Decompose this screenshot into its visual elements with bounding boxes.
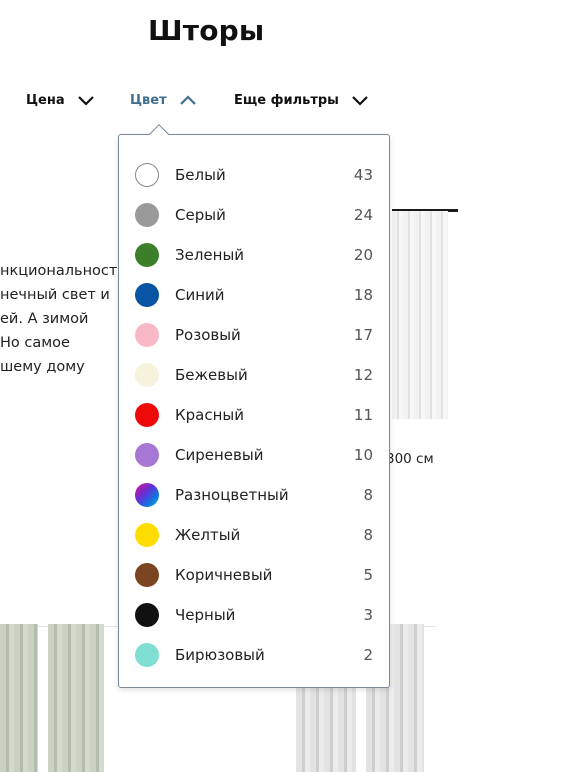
chevron-down-icon (77, 96, 94, 106)
filter-more-label: Еще фильтры (234, 92, 339, 108)
color-option[interactable]: Белый 43 (119, 157, 389, 197)
color-filter-dropdown: Белый 43 Серый 24 Зеленый 20 Синий 18 Розовый 17 Б… (118, 134, 390, 688)
color-option-label: Серый (175, 206, 226, 224)
color-option[interactable]: Сиреневый 10 (119, 437, 389, 477)
product-size: 300 см (386, 451, 434, 467)
color-option[interactable]: Бежевый 12 (119, 357, 389, 397)
color-option-label: Черный (175, 606, 236, 624)
color-swatch-icon (135, 163, 159, 187)
color-option-label: Белый (175, 166, 226, 184)
color-option-count: 12 (353, 366, 373, 384)
description-line: нкциональност (0, 263, 118, 279)
filter-price[interactable]: Цена (26, 90, 95, 110)
color-option-label: Сиреневый (175, 446, 264, 464)
color-option-count: 43 (353, 166, 373, 184)
color-option-label: Розовый (175, 326, 241, 344)
color-swatch-icon (135, 403, 159, 427)
color-option-label: Бежевый (175, 366, 248, 384)
color-option-count: 11 (353, 406, 373, 424)
color-swatch-icon (135, 203, 159, 227)
color-options-list: Белый 43 Серый 24 Зеленый 20 Синий 18 Розовый 17 Б… (119, 157, 389, 677)
color-option-label: Красный (175, 406, 245, 424)
color-option-count: 10 (353, 446, 373, 464)
color-option[interactable]: Коричневый 5 (119, 557, 389, 597)
color-option-count: 3 (363, 606, 373, 624)
color-option-count: 2 (363, 646, 373, 664)
color-option-label: Зеленый (175, 246, 245, 264)
color-option-count: 20 (353, 246, 373, 264)
color-option-count: 17 (353, 326, 373, 344)
color-option-count: 5 (363, 566, 373, 584)
color-swatch-icon (135, 523, 159, 547)
color-swatch-icon (135, 483, 159, 507)
color-option[interactable]: Синий 18 (119, 277, 389, 317)
color-swatch-icon (135, 243, 159, 267)
color-option[interactable]: Черный 3 (119, 597, 389, 637)
filter-color-label: Цвет (130, 92, 167, 108)
color-option-count: 8 (363, 486, 373, 504)
chevron-up-icon (179, 95, 196, 105)
color-swatch-icon (135, 323, 159, 347)
product-image-green-curtain[interactable] (48, 624, 104, 772)
filter-price-label: Цена (26, 92, 65, 108)
color-swatch-icon (135, 603, 159, 627)
color-option[interactable]: Разноцветный 8 (119, 477, 389, 517)
color-swatch-icon (135, 443, 159, 467)
color-option-count: 8 (363, 526, 373, 544)
color-option[interactable]: Розовый 17 (119, 317, 389, 357)
color-option[interactable]: Красный 11 (119, 397, 389, 437)
color-option[interactable]: Желтый 8 (119, 517, 389, 557)
description-line: ей. А зимой (0, 311, 89, 327)
color-option-label: Синий (175, 286, 225, 304)
color-swatch-icon (135, 563, 159, 587)
color-option[interactable]: Бирюзовый 2 (119, 637, 389, 677)
description-line: нечный свет и (0, 287, 110, 303)
filter-more[interactable]: Еще фильтры (234, 90, 369, 110)
color-option[interactable]: Зеленый 20 (119, 237, 389, 277)
chevron-down-icon (352, 96, 368, 106)
product-description: нкциональност нечный свет и ей. А зимой … (0, 259, 117, 379)
description-line: шему дому (0, 359, 85, 375)
color-option-count: 24 (353, 206, 373, 224)
product-image-white-curtain[interactable] (392, 211, 448, 419)
color-option-count: 18 (353, 286, 373, 304)
product-image-green-curtain[interactable] (0, 624, 38, 772)
color-option-label: Разноцветный (175, 486, 289, 504)
color-option-label: Желтый (175, 526, 241, 544)
description-line: Но самое (0, 335, 70, 351)
color-swatch-icon (135, 283, 159, 307)
color-swatch-icon (135, 363, 159, 387)
color-option-label: Коричневый (175, 566, 273, 584)
color-option-label: Бирюзовый (175, 646, 265, 664)
color-swatch-icon (135, 643, 159, 667)
page-title: Шторы (148, 14, 265, 47)
filter-color[interactable]: Цвет (130, 90, 197, 110)
color-option[interactable]: Серый 24 (119, 197, 389, 237)
